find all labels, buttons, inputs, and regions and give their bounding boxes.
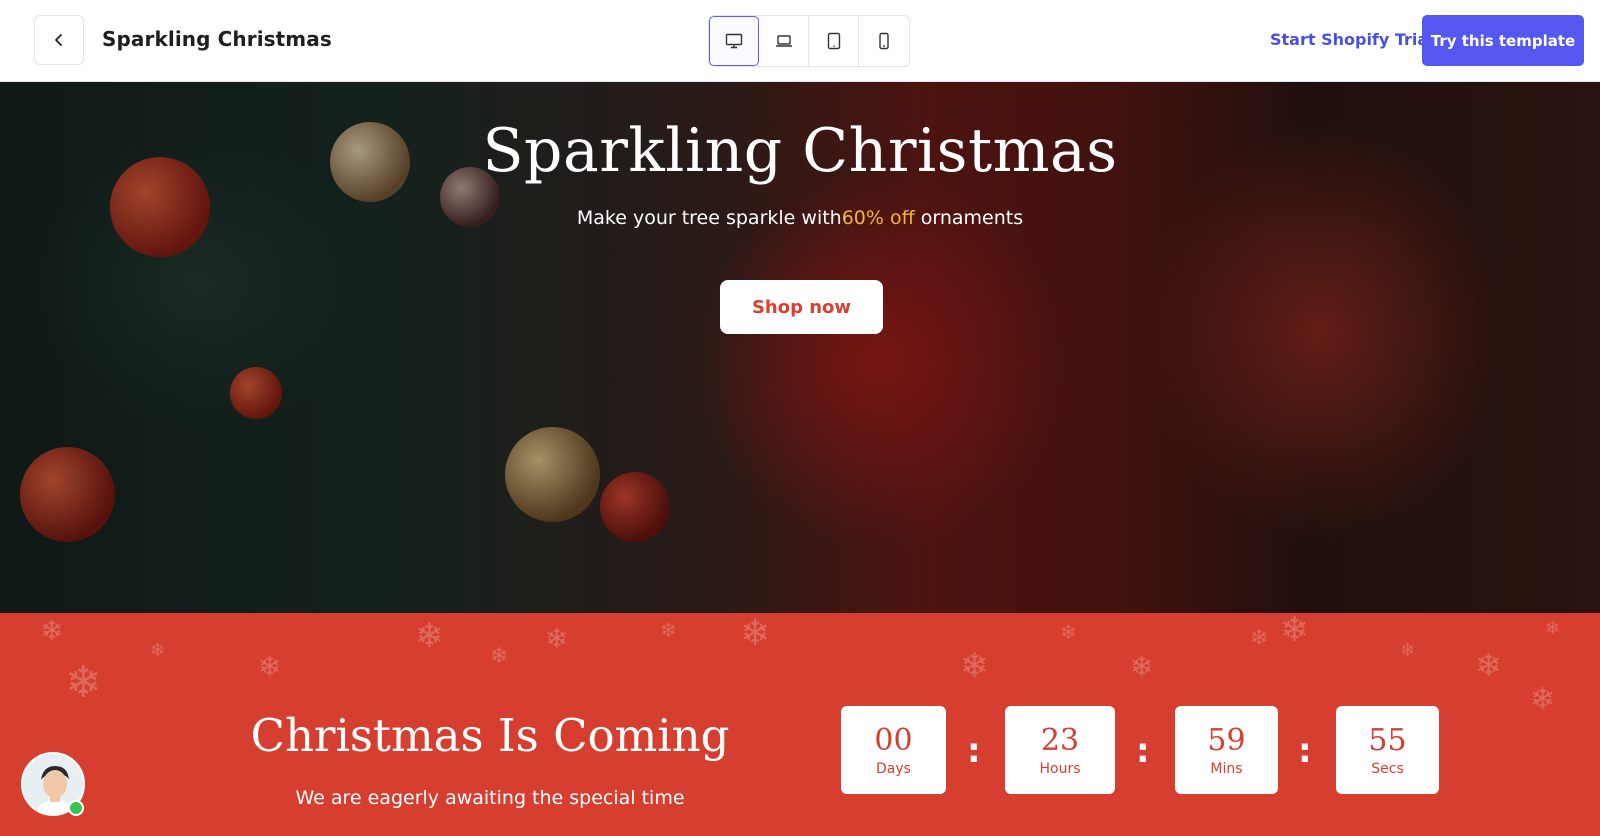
countdown-secs: 55 Secs — [1336, 706, 1439, 794]
start-trial-link[interactable]: Start Shopify Trial — [1270, 30, 1434, 49]
snowflake-icon: ❄ — [1545, 618, 1561, 638]
mobile-icon — [879, 32, 889, 50]
countdown-hours: 23 Hours — [1005, 706, 1115, 794]
countdown-secs-value: 55 — [1368, 722, 1407, 758]
hero-discount-text: 60% off — [841, 207, 915, 229]
snowflake-icon: ❄ — [40, 615, 64, 646]
countdown-days-value: 00 — [874, 722, 913, 758]
device-desktop-button[interactable] — [709, 16, 759, 66]
countdown-hours-label: Hours — [1039, 760, 1081, 777]
countdown-mins: 59 Mins — [1175, 706, 1278, 794]
device-laptop-button[interactable] — [759, 16, 809, 66]
snowflake-icon: ❄ — [1250, 625, 1269, 650]
snowflake-icon: ❄ — [660, 620, 677, 642]
shop-now-button[interactable]: Shop now — [720, 280, 883, 334]
countdown-secs-label: Secs — [1371, 760, 1404, 777]
countdown-subtitle: We are eagerly awaiting the special time — [295, 787, 685, 809]
snowflake-icon: ❄ — [65, 658, 102, 707]
countdown-title: Christmas Is Coming — [250, 709, 730, 762]
countdown-separator: : — [1298, 731, 1312, 771]
laptop-icon — [775, 35, 792, 47]
snowflake-icon: ❄ — [1475, 647, 1502, 683]
countdown-mins-label: Mins — [1210, 760, 1243, 777]
snowflake-icon: ❄ — [1130, 651, 1154, 682]
countdown-section: ❄ ❄ ❄ ❄ ❄ ❄ ❄ ❄ ❄ ❄ ❄ ❄ ❄ ❄ ❄ ❄ ❄ ❄ Chri… — [0, 613, 1600, 836]
snowflake-icon: ❄ — [150, 640, 166, 660]
snowflake-icon: ❄ — [545, 623, 569, 654]
hero-subtitle: Make your tree sparkle with60% off ornam… — [0, 207, 1600, 229]
snowflake-icon: ❄ — [415, 617, 444, 655]
device-tablet-button[interactable] — [809, 16, 859, 66]
desktop-icon — [725, 33, 742, 49]
countdown-days: 00 Days — [841, 706, 946, 794]
countdown-days-label: Days — [876, 760, 911, 777]
snowflake-icon: ❄ — [258, 651, 282, 682]
snowflake-icon: ❄ — [1400, 640, 1416, 660]
snowflake-icon: ❄ — [1280, 613, 1309, 649]
snowflake-icon: ❄ — [960, 647, 989, 685]
page-title: Sparkling Christmas — [102, 27, 332, 51]
hero-title: Sparkling Christmas — [482, 116, 1118, 186]
snowflake-icon: ❄ — [490, 643, 509, 668]
try-template-button[interactable]: Try this template — [1422, 15, 1584, 66]
device-mobile-button[interactable] — [859, 16, 909, 66]
device-switcher — [708, 15, 910, 67]
hero-banner: Sparkling Christmas Make your tree spark… — [0, 82, 1600, 613]
countdown-separator: : — [1136, 731, 1150, 771]
back-button[interactable] — [34, 15, 84, 65]
hero-subtitle-end: ornaments — [914, 207, 1024, 229]
countdown-hours-value: 23 — [1040, 722, 1080, 758]
snowflake-icon: ❄ — [1530, 683, 1556, 716]
snowflake-icon: ❄ — [740, 613, 771, 653]
countdown-mins-value: 59 — [1207, 722, 1246, 758]
top-bar: Sparkling Christmas Start Shopify Trial … — [0, 0, 1600, 82]
hero-subtitle-text: Make your tree sparkle with — [576, 207, 842, 229]
online-status-dot — [68, 800, 84, 816]
countdown-separator: : — [967, 731, 981, 771]
tablet-icon — [827, 32, 840, 50]
chevron-left-icon — [55, 34, 62, 46]
snowflake-icon: ❄ — [1060, 622, 1077, 644]
